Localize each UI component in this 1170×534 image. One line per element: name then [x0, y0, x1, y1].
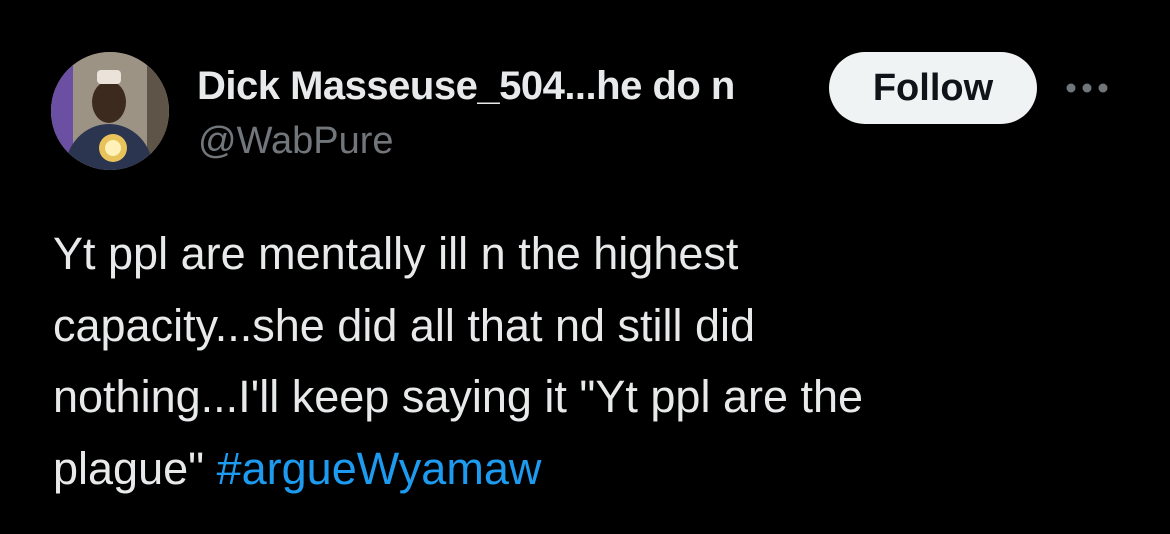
more-horizontal-icon[interactable] — [1063, 80, 1111, 96]
avatar[interactable] — [51, 52, 169, 170]
follow-button[interactable]: Follow — [829, 52, 1037, 124]
avatar-image — [51, 52, 169, 170]
author-display-name[interactable]: Dick Masseuse_504...he do n — [197, 60, 813, 112]
tweet-text: Yt ppl are mentally ill n the highest ca… — [53, 218, 1143, 504]
hashtag-link[interactable]: #argueWyamaw — [217, 443, 542, 494]
tweet-card: Dick Masseuse_504...he do n @WabPure Fol… — [0, 0, 1170, 534]
author-handle[interactable]: @WabPure — [198, 116, 394, 166]
